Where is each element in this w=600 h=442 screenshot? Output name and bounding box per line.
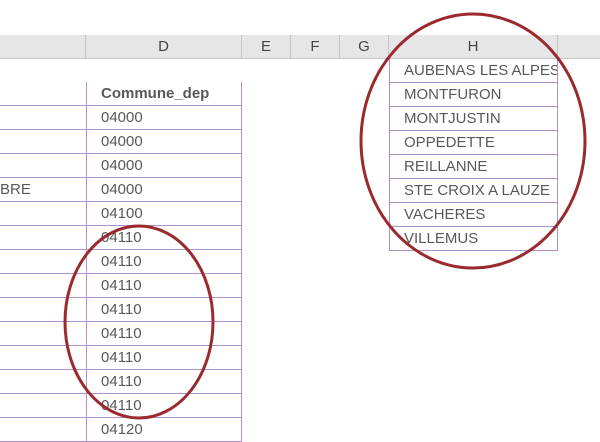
table-row: 04110	[0, 394, 600, 418]
column-header-f[interactable]: F	[291, 35, 340, 58]
cell-d-header[interactable]: Commune_dep	[86, 82, 242, 106]
cell-c[interactable]	[0, 82, 86, 106]
column-header-d[interactable]: D	[86, 35, 242, 58]
column-header-g[interactable]: G	[340, 35, 389, 58]
cell-c[interactable]: BRE	[0, 178, 86, 202]
cell-h[interactable]: VACHERES	[389, 203, 558, 227]
cell-h[interactable]: VILLEMUS	[389, 227, 558, 251]
cell-c[interactable]	[0, 394, 86, 418]
column-header-i[interactable]	[558, 35, 600, 58]
cell-c[interactable]	[0, 298, 86, 322]
cell-c[interactable]	[0, 202, 86, 226]
table-row: 04110	[0, 370, 600, 394]
table-row: 04110	[0, 298, 600, 322]
table-row: 04110	[0, 322, 600, 346]
cell-c[interactable]	[0, 418, 86, 442]
cell-d[interactable]: 04110	[86, 370, 242, 394]
cell-d[interactable]: 04000	[86, 106, 242, 130]
cell-c[interactable]	[0, 106, 86, 130]
table-row: 04120	[0, 418, 600, 442]
column-header-c[interactable]	[0, 35, 86, 58]
cell-h[interactable]: MONTFURON	[389, 83, 558, 107]
cell-h[interactable]: STE CROIX A LAUZE	[389, 179, 558, 203]
cell-h[interactable]: MONTJUSTIN	[389, 107, 558, 131]
cell-d[interactable]: 04000	[86, 154, 242, 178]
cell-c[interactable]	[0, 250, 86, 274]
cell-d[interactable]: 04110	[86, 250, 242, 274]
cell-d[interactable]: 04110	[86, 322, 242, 346]
table-row: 04110	[0, 274, 600, 298]
cell-h[interactable]: OPPEDETTE	[389, 131, 558, 155]
cell-d[interactable]: 04110	[86, 298, 242, 322]
cell-d[interactable]: 04000	[86, 130, 242, 154]
table-row: 04110	[0, 346, 600, 370]
column-header-h[interactable]: H	[389, 35, 558, 58]
cell-d[interactable]: 04120	[86, 418, 242, 442]
cell-c[interactable]	[0, 274, 86, 298]
cell-d[interactable]: 04000	[86, 178, 242, 202]
cell-c[interactable]	[0, 130, 86, 154]
cell-h[interactable]: REILLANNE	[389, 155, 558, 179]
cell-d[interactable]: 04110	[86, 346, 242, 370]
column-header-row: D E F G H	[0, 35, 600, 59]
cell-c[interactable]	[0, 154, 86, 178]
cell-h[interactable]: AUBENAS LES ALPES	[389, 59, 558, 83]
cell-d[interactable]: 04110	[86, 226, 242, 250]
cell-d[interactable]: 04110	[86, 394, 242, 418]
table-row: 04110	[0, 250, 600, 274]
cell-d[interactable]: 04100	[86, 202, 242, 226]
spreadsheet-grid: Commune_dep 04000 04000 04000 BRE 04000 …	[0, 59, 600, 442]
cell-c[interactable]	[0, 226, 86, 250]
cell-c[interactable]	[0, 346, 86, 370]
cell-c[interactable]	[0, 322, 86, 346]
cell-c[interactable]	[0, 370, 86, 394]
column-header-e[interactable]: E	[242, 35, 291, 58]
cell-d[interactable]: 04110	[86, 274, 242, 298]
